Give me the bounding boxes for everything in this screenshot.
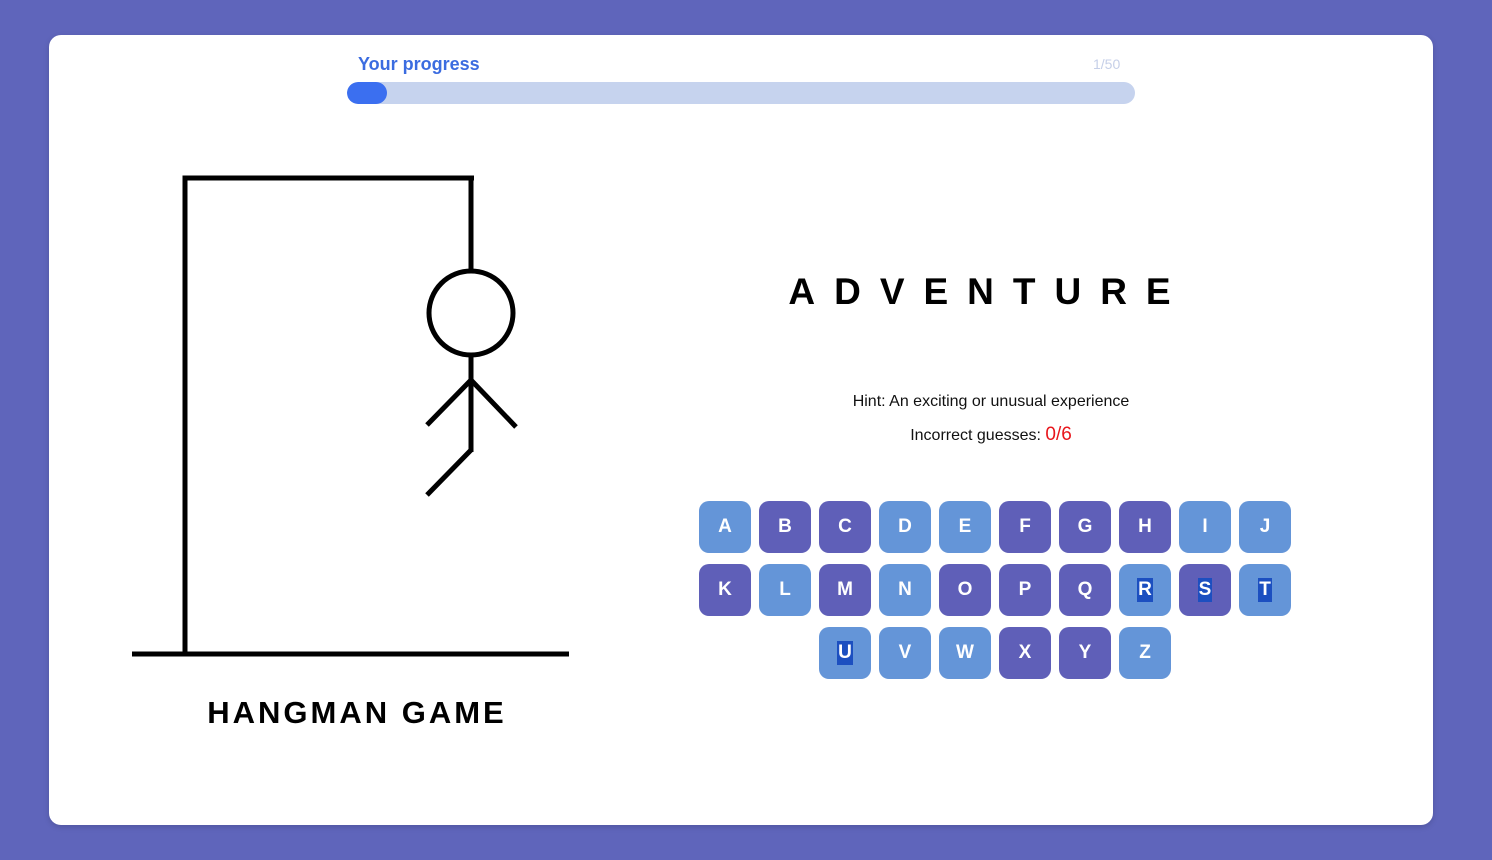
- letter-key-label: H: [1138, 516, 1152, 537]
- letter-key-label: V: [898, 642, 912, 663]
- hangman-right-arm: [469, 378, 518, 429]
- letter-key-a[interactable]: A: [699, 501, 751, 553]
- letter-key-d[interactable]: D: [879, 501, 931, 553]
- incorrect-guesses-label: Incorrect guesses:: [910, 427, 1046, 444]
- word-display: ADVENTURE: [788, 271, 1190, 312]
- progress-count: 1/50: [1093, 56, 1121, 72]
- letter-keyboard: A B C D E F G H I J K L M N O P Q R S T U V W X Y Z: [695, 501, 1295, 679]
- letter-key-label: B: [778, 516, 792, 537]
- letter-key-label: N: [898, 579, 912, 600]
- letter-key-label: C: [838, 516, 852, 537]
- letter-key-h[interactable]: H: [1119, 501, 1171, 553]
- letter-key-label: Y: [1078, 642, 1092, 663]
- progress-bar: [347, 82, 1135, 104]
- letter-key-label: G: [1077, 516, 1093, 537]
- letter-key-n[interactable]: N: [879, 564, 931, 616]
- hangman-left-arm: [425, 378, 473, 427]
- letter-key-c[interactable]: C: [819, 501, 871, 553]
- letter-key-label: U: [837, 641, 853, 665]
- progress-label: Your progress: [358, 54, 480, 74]
- letter-key-u[interactable]: U: [819, 627, 871, 679]
- letter-key-p[interactable]: P: [999, 564, 1051, 616]
- letter-key-label: X: [1018, 642, 1032, 663]
- progress-bar-fill: [347, 82, 387, 104]
- letter-key-label: E: [958, 516, 972, 537]
- letter-key-f[interactable]: F: [999, 501, 1051, 553]
- letter-key-w[interactable]: W: [939, 627, 991, 679]
- letter-key-label: O: [957, 579, 973, 600]
- hint-text: Hint: An exciting or unusual experience: [852, 393, 1130, 410]
- letter-key-label: Q: [1077, 579, 1093, 600]
- letter-key-j[interactable]: J: [1239, 501, 1291, 553]
- letter-key-label: T: [1258, 578, 1272, 602]
- letter-key-i[interactable]: I: [1179, 501, 1231, 553]
- hangman-drawing: [132, 175, 569, 657]
- hangman-head: [426, 268, 516, 358]
- letter-key-label: J: [1259, 516, 1271, 537]
- letter-key-r[interactable]: R: [1119, 564, 1171, 616]
- letter-key-m[interactable]: M: [819, 564, 871, 616]
- letter-key-label: L: [779, 579, 791, 600]
- letter-key-label: P: [1018, 579, 1032, 600]
- letter-key-k[interactable]: K: [699, 564, 751, 616]
- letter-key-y[interactable]: Y: [1059, 627, 1111, 679]
- incorrect-guesses: Incorrect guesses: 0/6: [689, 424, 1293, 446]
- letter-key-label: M: [837, 579, 853, 600]
- letter-key-label: S: [1197, 578, 1213, 602]
- letter-key-b[interactable]: B: [759, 501, 811, 553]
- letter-key-l[interactable]: L: [759, 564, 811, 616]
- letter-key-label: D: [898, 516, 912, 537]
- letter-key-label: F: [1019, 516, 1031, 537]
- letter-key-x[interactable]: X: [999, 627, 1051, 679]
- letter-key-q[interactable]: Q: [1059, 564, 1111, 616]
- hangman-left-leg: [425, 448, 473, 497]
- letter-key-g[interactable]: G: [1059, 501, 1111, 553]
- letter-key-label: I: [1202, 516, 1208, 537]
- letter-key-s[interactable]: S: [1179, 564, 1231, 616]
- game-card: Your progress 1/50 HANGMAN GAME ADVENTUR…: [49, 35, 1433, 825]
- letter-key-v[interactable]: V: [879, 627, 931, 679]
- letter-key-t[interactable]: T: [1239, 564, 1291, 616]
- letter-key-label: W: [956, 642, 974, 663]
- letter-key-label: A: [718, 516, 732, 537]
- letter-key-z[interactable]: Z: [1119, 627, 1171, 679]
- letter-key-e[interactable]: E: [939, 501, 991, 553]
- letter-key-label: K: [718, 579, 732, 600]
- incorrect-guesses-count: 0/6: [1045, 424, 1072, 445]
- game-title: HANGMAN GAME: [207, 695, 507, 730]
- letter-key-label: R: [1137, 578, 1153, 602]
- letter-key-o[interactable]: O: [939, 564, 991, 616]
- letter-key-label: Z: [1139, 642, 1151, 663]
